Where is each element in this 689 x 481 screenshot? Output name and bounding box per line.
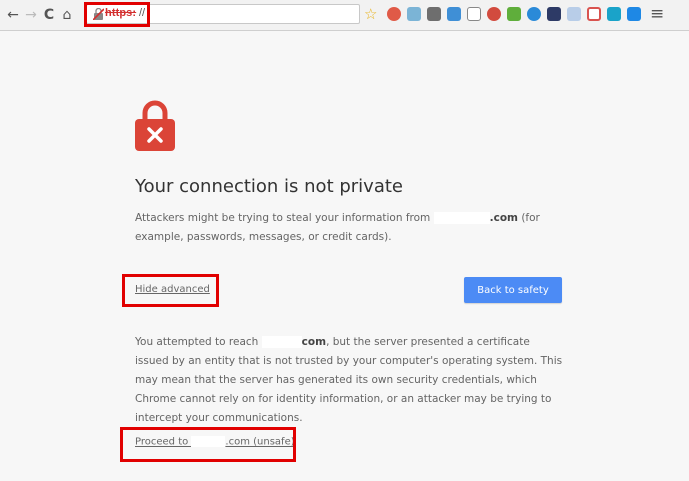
extension-12-icon[interactable] — [607, 7, 621, 21]
extension-5-icon[interactable] — [467, 7, 481, 21]
extension-4-icon[interactable] — [447, 7, 461, 21]
extension-2-icon[interactable] — [407, 7, 421, 21]
reload-button[interactable]: C — [42, 6, 56, 24]
extension-10-icon[interactable] — [567, 7, 581, 21]
chrome-menu-icon[interactable]: ≡ — [650, 4, 664, 24]
back-arrow-icon: ← — [7, 7, 19, 23]
extension-1-icon[interactable] — [387, 7, 401, 21]
hide-advanced-highlight-annotation — [122, 274, 219, 307]
details-text-before: You attempted to reach — [135, 336, 262, 348]
extension-3-icon[interactable] — [427, 7, 441, 21]
intro-domain-suffix: .com — [489, 212, 518, 224]
details-paragraph: You attempted to reach com, but the serv… — [135, 333, 565, 428]
home-icon: ⌂ — [62, 7, 72, 23]
redacted-domain — [261, 336, 302, 348]
extension-11-icon[interactable] — [587, 7, 601, 21]
extension-6-icon[interactable] — [487, 7, 501, 21]
bookmark-star-icon[interactable]: ☆ — [364, 5, 377, 23]
page-title: Your connection is not private — [135, 176, 403, 197]
details-domain-suffix: com — [301, 336, 327, 348]
interstitial-page: Your connection is not private Attackers… — [0, 31, 689, 481]
proceed-highlight-annotation — [120, 427, 296, 462]
details-text-after: , but the server presented a certificate… — [135, 336, 563, 424]
lock-error-icon — [135, 100, 175, 151]
back-to-safety-button[interactable]: Back to safety — [464, 277, 562, 303]
intro-text-before: Attackers might be trying to steal your … — [135, 212, 434, 224]
browser-toolbar: ← → C ⌂ https: // ☆ ≡ — [0, 0, 689, 31]
extension-8-icon[interactable] — [527, 7, 541, 21]
forward-arrow-icon: → — [25, 7, 37, 23]
extension-13-icon[interactable] — [627, 7, 641, 21]
url-highlight-annotation — [84, 2, 150, 27]
extension-9-icon[interactable] — [547, 7, 561, 21]
forward-button[interactable]: → — [24, 6, 38, 24]
intro-paragraph: Attackers might be trying to steal your … — [135, 209, 565, 247]
redacted-domain — [433, 212, 490, 224]
home-button[interactable]: ⌂ — [60, 6, 74, 24]
back-button[interactable]: ← — [6, 6, 20, 24]
extension-7-icon[interactable] — [507, 7, 521, 21]
reload-icon: C — [43, 7, 55, 23]
